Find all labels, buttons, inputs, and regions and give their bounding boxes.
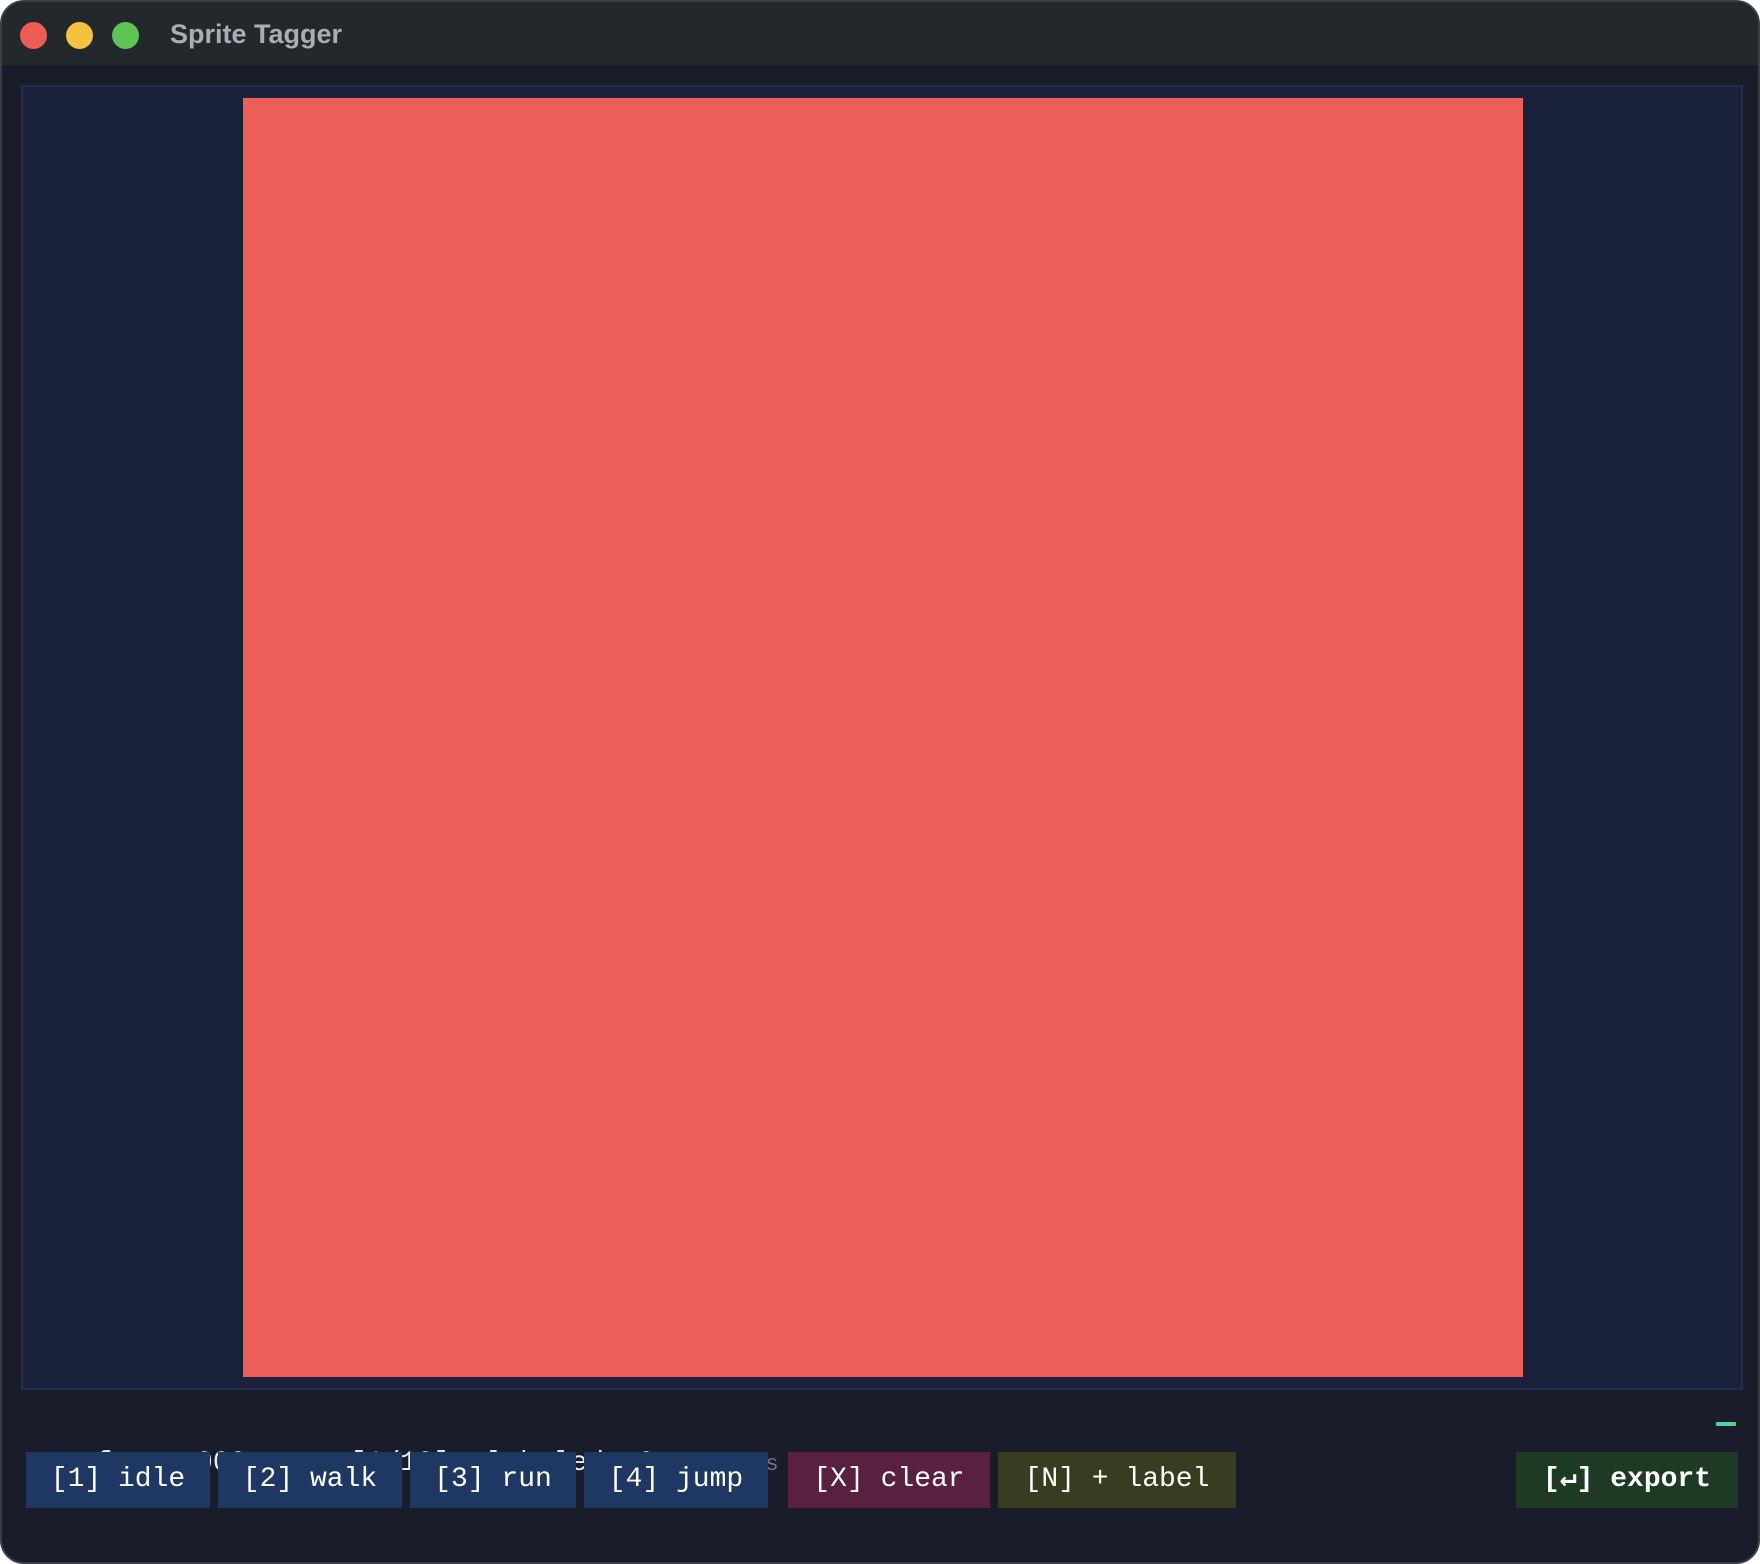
export-button[interactable]: [↵] export [1516, 1452, 1738, 1508]
hint-speed: [ ] speed [1160, 1556, 1279, 1562]
close-window-button[interactable] [20, 22, 47, 49]
accent-dash-indicator [1716, 1422, 1736, 1426]
status-bar: frame_000.png[1/10]labeled: 010fps [28, 1404, 778, 1479]
window-title: Sprite Tagger [170, 19, 343, 49]
zoom-window-button[interactable] [112, 22, 139, 49]
sprite-frame-image [243, 98, 1523, 1377]
hint-label-advance: 1–9 label+advance [459, 1556, 683, 1562]
hint-navigate: ← → navigate [260, 1556, 418, 1562]
minimize-window-button[interactable] [66, 22, 93, 49]
label-button-run[interactable]: [3] run [410, 1452, 576, 1508]
app-window: Sprite Tagger frame_000.png[1/10]labeled… [0, 0, 1760, 1564]
hint-new-label: N new label [723, 1556, 868, 1562]
hint-export: ↵ export [1451, 1556, 1557, 1562]
label-button-jump[interactable]: [4] jump [584, 1452, 768, 1508]
hint-clear: X clear [1318, 1556, 1410, 1562]
clear-button[interactable]: [X] clear [788, 1452, 990, 1508]
sprite-fill [243, 98, 1523, 1377]
keyboard-hints: ← → navigate 1–9 label+advance N new label… [2, 1520, 1758, 1562]
label-button-idle[interactable]: [1] idle [26, 1452, 210, 1508]
sprite-canvas[interactable] [21, 85, 1743, 1390]
label-button-walk[interactable]: [2] walk [218, 1452, 402, 1508]
add-label-button[interactable]: [N] + label [998, 1452, 1236, 1508]
hint-play-pause: Space play/pause [908, 1556, 1119, 1562]
title-bar: Sprite Tagger [2, 2, 1758, 67]
